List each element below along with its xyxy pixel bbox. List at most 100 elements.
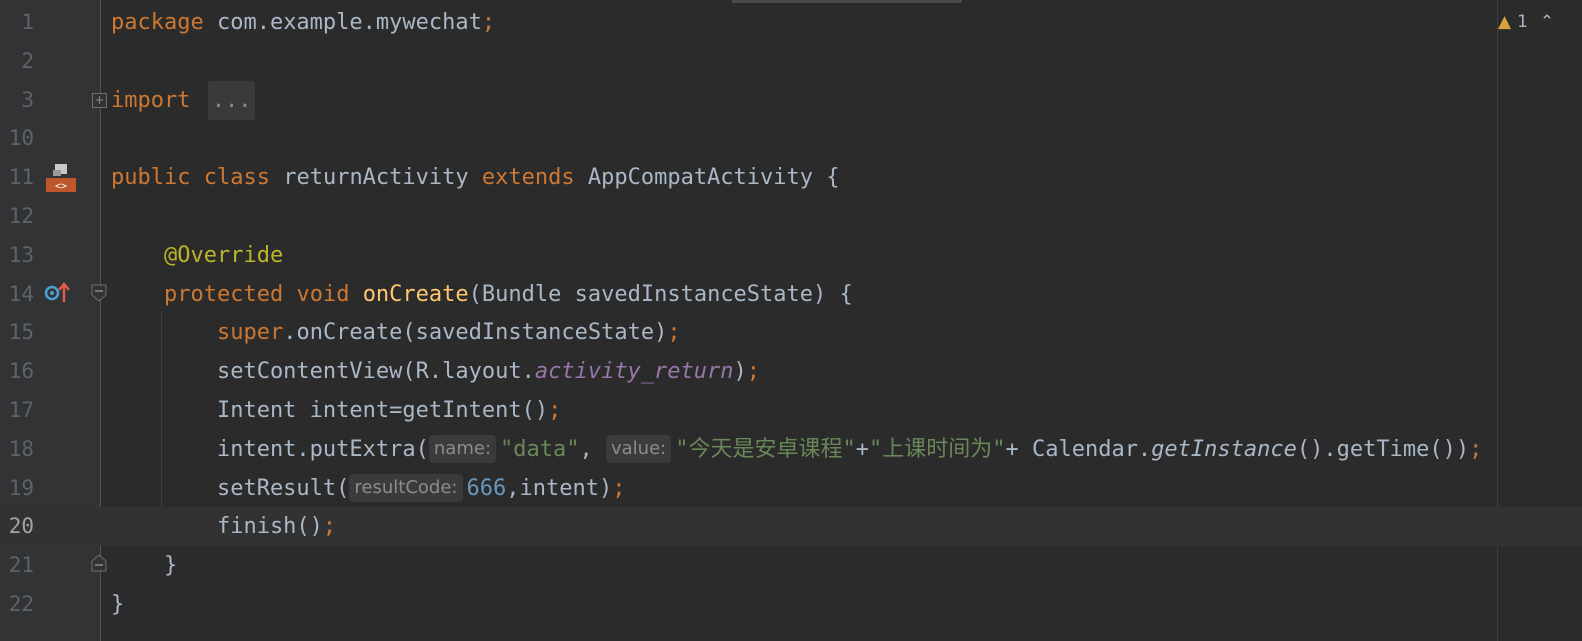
line-number[interactable]: 14 — [0, 275, 34, 314]
code-line[interactable]: 22} — [0, 585, 1582, 624]
code-text[interactable]: public class returnActivity extends AppC… — [111, 158, 840, 197]
keyword-token: super — [216, 320, 284, 346]
code-token: setContentView(R.layout. — [111, 359, 535, 385]
code-token: ,intent) — [506, 475, 613, 501]
code-text[interactable]: Intent intent=getIntent(); — [111, 391, 561, 430]
line-number[interactable]: 13 — [0, 236, 34, 275]
line-number[interactable]: 10 — [0, 119, 34, 158]
code-line[interactable]: 2 — [0, 42, 1582, 81]
line-number[interactable]: 2 — [0, 42, 34, 81]
code-token: intent.putExtra( — [111, 436, 429, 462]
chevron-up-icon[interactable]: ⌃ — [1540, 12, 1554, 32]
line-number[interactable]: 17 — [0, 391, 34, 430]
code-line[interactable]: 21 } — [0, 546, 1582, 585]
string-literal: "data" — [500, 436, 580, 462]
code-line[interactable]: 11 public class returnActivity extends Ap… — [0, 158, 1582, 197]
code-text[interactable]: finish(); — [111, 507, 336, 546]
code-token: (Bundle savedInstanceState) { — [468, 281, 853, 307]
keyword-token: class — [203, 165, 270, 191]
code-line[interactable]: 10 — [0, 119, 1582, 158]
field-reference: activity_return — [534, 359, 734, 385]
keyword-token: ; — [548, 398, 562, 423]
code-line[interactable]: 18 intent.putExtra(name: "data", value: "今… — [0, 430, 1582, 469]
line-number[interactable]: 21 — [0, 546, 34, 585]
code-line[interactable]: 12 — [0, 197, 1582, 236]
keyword-token: ; — [746, 359, 761, 385]
code-line[interactable]: 16 setContentView(R.layout.activity_retu… — [0, 352, 1582, 391]
code-text[interactable]: } — [111, 546, 177, 585]
code-line[interactable]: 20 finish(); — [0, 507, 1582, 547]
line-number[interactable]: 20 — [0, 507, 34, 546]
parameter-hint: value: — [606, 434, 672, 463]
code-text[interactable]: @Override — [111, 236, 283, 275]
code-token: setResult( — [111, 475, 350, 501]
keyword-token: ; — [322, 514, 337, 540]
code-token: returnActivity — [269, 165, 482, 191]
line-number[interactable]: 22 — [0, 585, 34, 624]
svg-text:<>: <> — [55, 181, 67, 192]
layout-file-icon[interactable]: <> — [45, 162, 77, 194]
keyword-token: import — [111, 87, 191, 113]
code-token: com.example.mywechat — [203, 10, 482, 35]
fold-expand-icon[interactable]: + — [92, 93, 107, 108]
code-token: } — [111, 592, 125, 617]
keyword-token: ; — [1469, 436, 1483, 462]
code-line[interactable]: 15 super.onCreate(savedInstanceState); — [0, 313, 1582, 352]
annotation-token: @Override — [163, 242, 284, 268]
code-token: } — [111, 553, 178, 579]
code-token: ().getTime()) — [1296, 436, 1470, 462]
fold-end-icon[interactable] — [91, 554, 107, 572]
line-number[interactable]: 18 — [0, 430, 34, 469]
code-text[interactable]: setResult(resultCode: 666,intent); — [111, 469, 625, 508]
code-line[interactable]: 3 import ... — [0, 80, 1582, 120]
keyword-token: ; — [667, 320, 681, 346]
warning-count: 1 — [1517, 12, 1528, 32]
fold-collapse-icon[interactable] — [91, 284, 107, 302]
code-token: , — [579, 436, 606, 462]
code-text[interactable]: intent.putExtra(name: "data", value: "今天是安… — [111, 430, 1482, 469]
code-line[interactable]: 1 package com.example.mywechat; — [0, 3, 1582, 42]
static-call: getInstance — [1151, 436, 1297, 462]
line-number[interactable]: 19 — [0, 469, 34, 508]
code-line[interactable]: 14 protected void onCreate(Bundle savedI… — [0, 275, 1582, 314]
keyword-token: package — [111, 10, 204, 35]
code-token: finish() — [111, 514, 323, 540]
code-line[interactable]: 19 setResult(resultCode: 666,intent); — [0, 469, 1582, 508]
keyword-token: extends — [481, 165, 575, 191]
line-number[interactable]: 15 — [0, 313, 34, 352]
code-token: .onCreate(savedInstanceState) — [283, 320, 668, 346]
warning-icon: ▲ — [1498, 12, 1512, 32]
line-number[interactable]: 3 — [0, 81, 34, 120]
keyword-token: protected — [163, 281, 284, 307]
code-token: + Calendar. — [1005, 436, 1152, 462]
code-token: ) — [733, 359, 747, 385]
code-text[interactable]: protected void onCreate(Bundle savedInst… — [111, 275, 853, 314]
code-token: AppCompatActivity { — [574, 165, 840, 191]
code-text[interactable]: package com.example.mywechat; — [111, 3, 495, 42]
code-line[interactable]: 13 @Override — [0, 236, 1582, 275]
override-method-icon[interactable] — [44, 282, 72, 304]
keyword-token: public — [111, 165, 191, 191]
keyword-token: ; — [481, 10, 496, 35]
code-editor[interactable]: 1 package com.example.mywechat; 2 3 import .… — [0, 0, 1582, 641]
inspection-widget[interactable]: ▲ 1 ⌃ — [1498, 10, 1554, 34]
code-text[interactable]: import ... — [111, 80, 256, 120]
string-literal: "上课时间为" — [868, 436, 1006, 462]
parameter-hint: name: — [428, 434, 497, 463]
line-number[interactable]: 12 — [0, 197, 34, 236]
line-number[interactable]: 11 — [0, 158, 34, 197]
code-text[interactable]: } — [111, 585, 124, 624]
parameter-hint: resultCode: — [349, 473, 463, 502]
folded-imports[interactable]: ... — [207, 80, 256, 120]
line-number[interactable]: 1 — [0, 3, 34, 42]
line-number[interactable]: 16 — [0, 352, 34, 391]
code-line[interactable]: 17 Intent intent=getIntent(); — [0, 391, 1582, 430]
code-text[interactable]: setContentView(R.layout.activity_return)… — [111, 352, 760, 391]
code-text[interactable]: super.onCreate(savedInstanceState); — [111, 313, 681, 352]
